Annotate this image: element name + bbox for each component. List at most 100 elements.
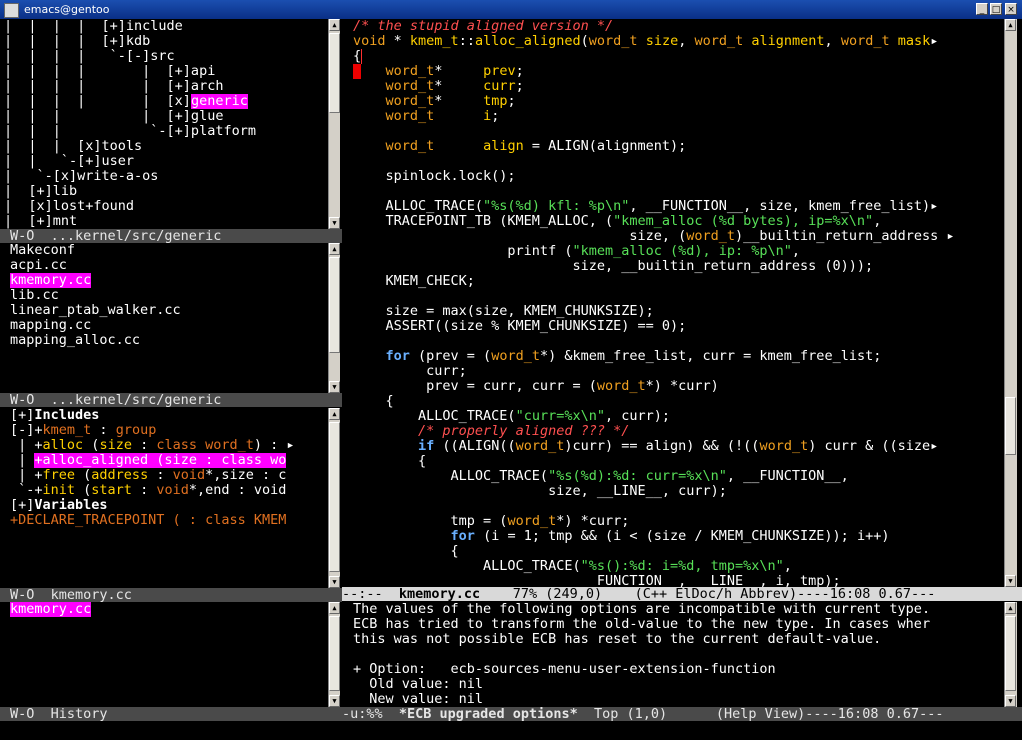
tree-node[interactable]: | | | `-[+]platform [4, 124, 332, 139]
tree-node[interactable]: | `-[x]write-a-os [4, 169, 332, 184]
variables-label: Variables [34, 498, 108, 513]
tree-node[interactable]: | [+]mnt [4, 214, 332, 229]
method-rest: *,size : c [205, 468, 287, 483]
history-scrollbar[interactable]: ▲ ▼ [328, 602, 340, 707]
includes-node[interactable]: [+]Includes [10, 408, 338, 423]
ecb-directories-pane[interactable]: | | | | [+]include | | | | [+]kdb | | | | … [0, 19, 332, 229]
method-item[interactable]: | +alloc (size : class word_t) : ▸ [10, 438, 338, 453]
ecb-history-pane[interactable]: kmemory.cc [0, 602, 338, 707]
modeline-buffer-name[interactable]: *ECB upgraded options* [399, 707, 578, 721]
tree-node[interactable]: | | | | [+]glue [4, 109, 332, 124]
declare-tracepoint-node[interactable]: +DECLARE_TRACEPOINT ( : class KMEM [10, 513, 338, 528]
tree-node-label: | | | `-[+]platform [4, 124, 256, 139]
ecb-methods-pane[interactable]: [+]Includes [-]+kmem_t : group | +alloc … [0, 408, 338, 588]
tree-node[interactable]: | | | | | [+]api [4, 64, 332, 79]
tree-node-label: | [+]mnt [4, 214, 78, 229]
maximize-button[interactable]: □ [990, 3, 1002, 15]
minimize-button[interactable]: _ [976, 3, 988, 15]
tree-node[interactable]: | | | | | [+]arch [4, 79, 332, 94]
kmem-toggle[interactable]: [-]+ [10, 423, 43, 438]
echo-area [0, 721, 1022, 740]
modeline-mode[interactable]: (C++ ElDoc/h Abbrev)----16:08 0.67--- [635, 587, 936, 601]
scroll-up-arrow[interactable]: ▲ [329, 19, 340, 31]
variables-toggle[interactable]: [+] [10, 498, 34, 513]
tree-node-label: | [x]lost+found [4, 199, 135, 214]
method-type: void [156, 483, 189, 498]
tree-node[interactable]: | | | | | [x]generic [4, 94, 332, 109]
scroll-thumb[interactable] [329, 422, 340, 572]
tree-node[interactable]: | | | | [+]include [4, 19, 332, 34]
history-item-label: kmemory.cc [10, 602, 92, 617]
source-file-item[interactable]: mapping_alloc.cc [10, 333, 338, 348]
tree-node[interactable]: | | | [x]tools [4, 139, 332, 154]
window-divider[interactable] [342, 19, 350, 740]
modeline-position: Top (1,0) [577, 707, 716, 721]
source-file-item[interactable]: linear_ptab_walker.cc [10, 303, 338, 318]
scroll-thumb[interactable] [329, 33, 340, 113]
help-line: + Option: ecb-sources-menu-user-extensio… [353, 662, 776, 677]
variables-node[interactable]: [+]Variables [10, 498, 338, 513]
help-buffer[interactable]: The values of the following options are … [350, 602, 1007, 707]
ecb-sources-pane[interactable]: Makeconf acpi.cc kmemory.cc lib.cc linear_pt… [0, 243, 338, 393]
scroll-up-arrow[interactable]: ▲ [1005, 19, 1016, 31]
source-file-item[interactable]: lib.cc [10, 288, 338, 303]
source-file-item[interactable]: Makeconf [10, 243, 338, 258]
tree-node-label: | | | | | [x] [4, 94, 191, 109]
scroll-up-arrow[interactable]: ▲ [1005, 602, 1016, 614]
scroll-down-arrow[interactable]: ▼ [329, 381, 340, 393]
source-file-label: lib.cc [10, 288, 59, 303]
tree-node-selected[interactable]: generic [190, 94, 248, 109]
help-line: Old value: nil [353, 677, 484, 692]
scroll-down-arrow[interactable]: ▼ [329, 217, 340, 229]
methods-scrollbar[interactable]: ▲ ▼ [328, 408, 340, 588]
scroll-down-arrow[interactable]: ▼ [329, 695, 340, 707]
source-file-label: Makeconf [10, 243, 76, 258]
method-item[interactable]: `-+init (start : void*,end : void [10, 483, 338, 498]
scroll-up-arrow[interactable]: ▲ [329, 243, 340, 255]
editor-scrollbar[interactable]: ▲ ▼ [1004, 19, 1017, 587]
tree-node[interactable]: | | | | [+]kdb [4, 34, 332, 49]
scroll-down-arrow[interactable]: ▼ [1005, 575, 1016, 587]
scroll-thumb[interactable] [1005, 397, 1016, 455]
kmem-class-name: kmem_t [42, 423, 92, 438]
tree-node[interactable]: | | | | `-[-]src [4, 49, 332, 64]
close-button[interactable]: × [1005, 3, 1017, 15]
scroll-thumb[interactable] [1005, 616, 1016, 691]
source-file-item[interactable]: acpi.cc [10, 258, 338, 273]
tree-node[interactable]: | | `-[+]user [4, 154, 332, 169]
sources-scrollbar[interactable]: ▲ ▼ [328, 243, 340, 393]
scroll-up-arrow[interactable]: ▲ [329, 408, 340, 420]
source-file-item[interactable]: kmemory.cc [10, 273, 338, 288]
kmem-class-node[interactable]: [-]+kmem_t : group [10, 423, 338, 438]
method-item[interactable]: | +alloc_aligned (size : class wo [10, 453, 338, 468]
method-param: size [99, 438, 132, 453]
help-scrollbar[interactable]: ▲ ▼ [1004, 602, 1017, 707]
scroll-down-arrow[interactable]: ▼ [1005, 695, 1016, 707]
source-file-label: acpi.cc [10, 258, 67, 273]
scroll-thumb[interactable] [329, 257, 340, 353]
window-titlebar[interactable]: emacs@gentoo _ □ × [0, 0, 1022, 19]
tree-node-label: | | | | `-[-]src [4, 49, 175, 64]
method-indent: | + [10, 468, 43, 483]
tree-node[interactable]: | [+]lib [4, 184, 332, 199]
directories-modeline: W-O ...kernel/src/generic [0, 229, 342, 243]
modeline-buffer-name[interactable]: kmemory.cc [399, 587, 480, 601]
directories-scrollbar[interactable]: ▲ ▼ [328, 19, 340, 229]
modeline-mode[interactable]: (Help View)----16:08 0.67--- [716, 707, 944, 721]
tree-node[interactable]: | [x]lost+found [4, 199, 332, 214]
source-file-item[interactable]: mapping.cc [10, 318, 338, 333]
source-file-label: mapping_alloc.cc [10, 333, 141, 348]
kmem-group: group [115, 423, 157, 438]
history-item[interactable]: kmemory.cc [10, 602, 338, 617]
method-item[interactable]: | +free (address : void*,size : c [10, 468, 338, 483]
includes-toggle[interactable]: [+] [10, 408, 34, 423]
code-editor[interactable]: /* the stupid aligned version */ void * … [350, 19, 1007, 587]
help-line [353, 647, 1007, 662]
kmem-sep: : [91, 423, 116, 438]
window-title: emacs@gentoo [24, 3, 110, 16]
scroll-down-arrow[interactable]: ▼ [329, 576, 340, 588]
scroll-thumb[interactable] [329, 616, 340, 691]
scroll-up-arrow[interactable]: ▲ [329, 602, 340, 614]
method-sep: : [148, 468, 173, 483]
method-type: class word_t [156, 438, 254, 453]
